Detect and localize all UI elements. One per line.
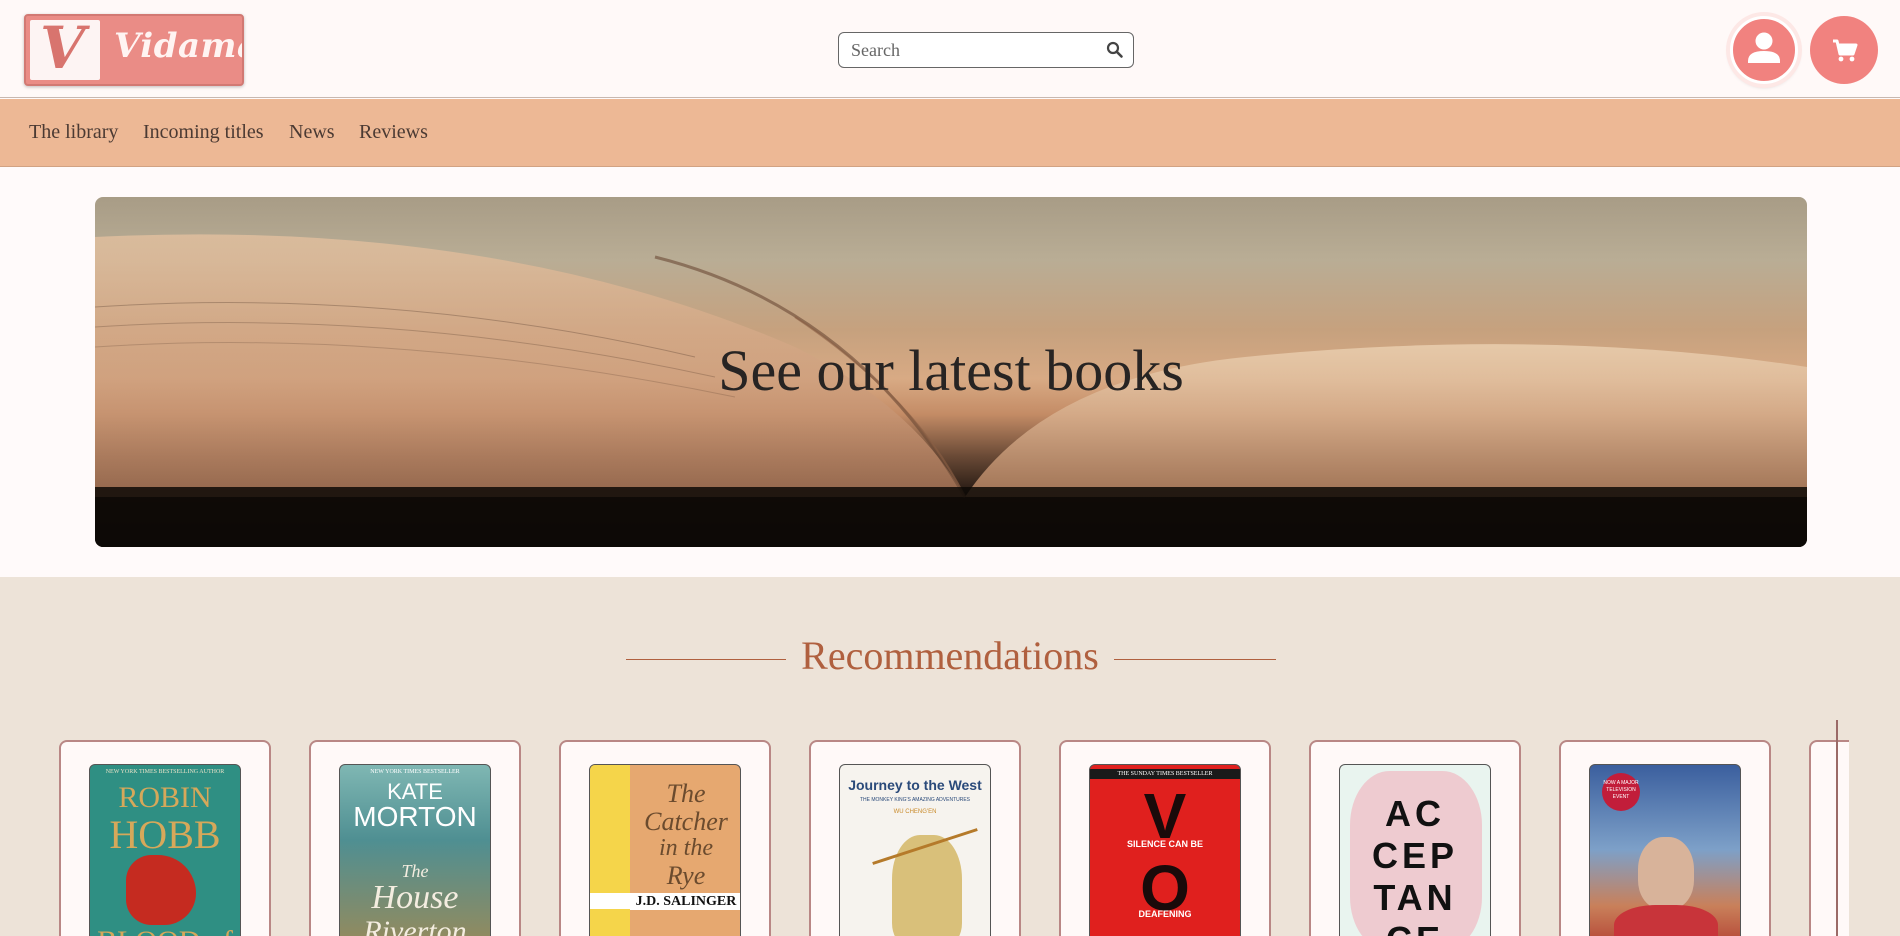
portrait-face xyxy=(1638,837,1694,909)
dragon-illustration xyxy=(126,855,196,925)
portrait-shirt xyxy=(1614,905,1718,936)
cover-tagline: THE SUNDAY TIMES BESTSELLER xyxy=(1090,769,1240,779)
hero-title: See our latest books xyxy=(718,338,1184,403)
cover-subtitle: THE MONKEY KING'S AMAZING ADVENTURES xyxy=(859,797,971,803)
cover-title-line: Rye xyxy=(666,861,706,890)
cover-slogan: DEAFENING xyxy=(1138,909,1192,919)
cover-author-line: ROBIN xyxy=(118,781,212,814)
cart-icon xyxy=(1833,39,1858,62)
monkey-illustration xyxy=(892,835,962,936)
cover-title-line: Riverton xyxy=(363,915,467,936)
user-icon xyxy=(1748,32,1780,63)
cover-title-line: Journey to the West xyxy=(848,777,982,793)
search-box xyxy=(838,32,1134,68)
cart-button[interactable] xyxy=(1810,16,1878,84)
logo-mark: V xyxy=(30,16,100,82)
book-card[interactable]: THE SUNDAY TIMES BESTSELLER V SILENCE CA… xyxy=(1059,740,1271,936)
nav-item-reviews[interactable]: Reviews xyxy=(359,121,428,144)
book-card-partial[interactable] xyxy=(1809,740,1849,936)
cover-tagline: NEW YORK TIMES BESTSELLER xyxy=(370,769,460,775)
badge-text: NOW A MAJOR TELEVISION EVENT xyxy=(1603,780,1639,800)
hero-banner: See our latest books xyxy=(95,197,1807,547)
book-cover: NOW A MAJOR TELEVISION EVENT xyxy=(1589,764,1741,936)
cover-title-line: CE xyxy=(1340,919,1490,936)
book-card[interactable]: NOW A MAJOR TELEVISION EVENT xyxy=(1559,740,1771,936)
cover-title-line: Catcher xyxy=(644,807,728,836)
recommendations-section: Recommendations NEW YORK TIMES BESTSELLI… xyxy=(0,577,1900,936)
cover-tagline: NEW YORK TIMES BESTSELLING AUTHOR xyxy=(105,769,225,775)
book-cover: NEW YORK TIMES BESTSELLING AUTHOR ROBIN … xyxy=(89,764,241,936)
logo-letter: V xyxy=(40,14,86,82)
book-card[interactable]: NEW YORK TIMES BESTSELLER KATE MORTON Th… xyxy=(309,740,521,936)
nav-item-incoming-titles[interactable]: Incoming titles xyxy=(143,121,264,144)
cover-title-line: TAN xyxy=(1373,877,1457,918)
book-card[interactable]: The Catcher in the Rye J.D. SALINGER xyxy=(559,740,771,936)
book-cover: NEW YORK TIMES BESTSELLER KATE MORTON Th… xyxy=(339,764,491,936)
cover-author-line: WU CHENG'EN xyxy=(893,809,937,815)
book-card[interactable]: AC CEP TAN CE xyxy=(1309,740,1521,936)
book-cover: The Catcher in the Rye J.D. SALINGER xyxy=(589,764,741,936)
cover-author-line: HOBB xyxy=(109,812,221,857)
cover-title-line: AC xyxy=(1385,793,1445,834)
account-button[interactable] xyxy=(1730,16,1798,84)
title-divider-right xyxy=(1114,659,1276,660)
cover-title-line: in the xyxy=(659,835,713,861)
section-title: Recommendations xyxy=(801,633,1099,678)
cover-slogan: SILENCE CAN BE xyxy=(1126,839,1203,849)
cover-author-line: J.D. SALINGER xyxy=(630,894,740,910)
logo-text: Vidama xyxy=(114,26,242,66)
cover-title-line: CEP xyxy=(1371,835,1459,876)
cover-title-line: House xyxy=(371,879,459,916)
book-card[interactable]: NEW YORK TIMES BESTSELLING AUTHOR ROBIN … xyxy=(59,740,271,936)
book-cover: Journey to the West THE MONKEY KING'S AM… xyxy=(839,764,991,936)
cover-title-line: The xyxy=(666,779,706,808)
cover-title-line: BLOOD of xyxy=(90,925,240,936)
carousel-edge xyxy=(1836,720,1838,936)
main-nav: The library Incoming titles News Reviews xyxy=(0,99,1900,167)
cover-author-line: MORTON xyxy=(353,801,477,832)
site-header: V Vidama xyxy=(0,0,1900,98)
cover-stripe xyxy=(590,765,630,936)
book-cover: AC CEP TAN CE xyxy=(1339,764,1491,936)
logo[interactable]: V Vidama xyxy=(24,14,244,86)
nav-item-the-library[interactable]: The library xyxy=(29,121,118,144)
nav-item-news[interactable]: News xyxy=(289,121,335,144)
book-card[interactable]: Journey to the West THE MONKEY KING'S AM… xyxy=(809,740,1021,936)
search-input[interactable] xyxy=(839,33,1099,67)
book-cover: THE SUNDAY TIMES BESTSELLER V SILENCE CA… xyxy=(1089,764,1241,936)
search-icon[interactable] xyxy=(1105,40,1125,60)
